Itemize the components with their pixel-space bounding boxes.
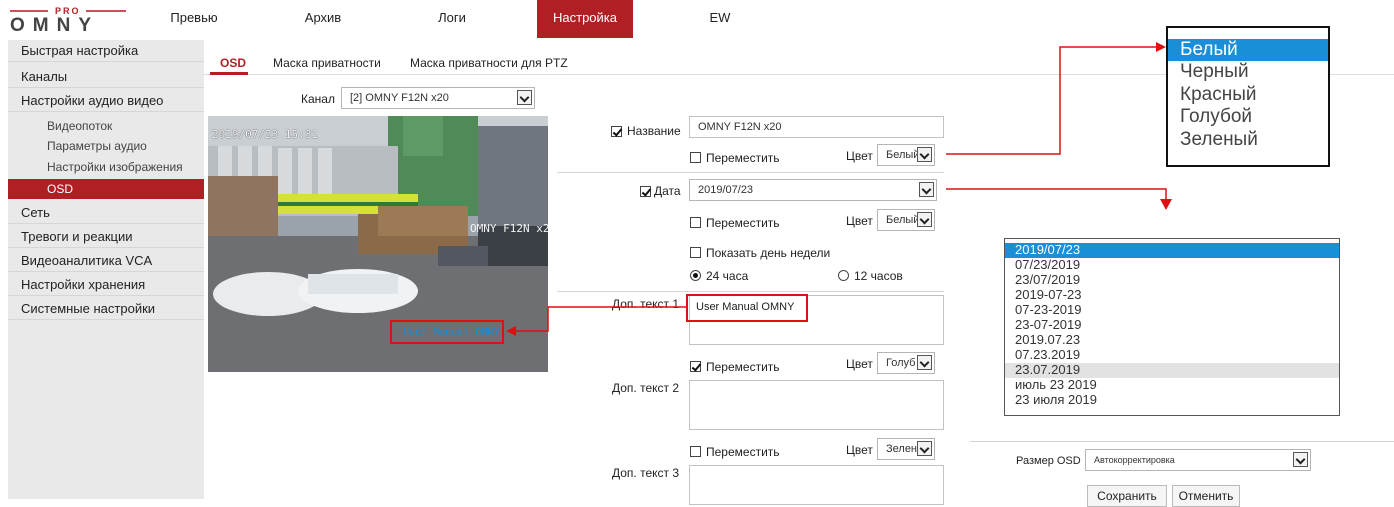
arrow-head-down-icon — [1160, 199, 1172, 210]
arrow-line-text — [514, 306, 686, 332]
arrow-head-right-icon — [1156, 42, 1166, 52]
arrow-line-date — [946, 188, 1167, 200]
arrow-head-left-icon — [506, 326, 516, 336]
annotation-arrows — [506, 42, 1172, 336]
arrow-line-color — [946, 46, 1158, 155]
